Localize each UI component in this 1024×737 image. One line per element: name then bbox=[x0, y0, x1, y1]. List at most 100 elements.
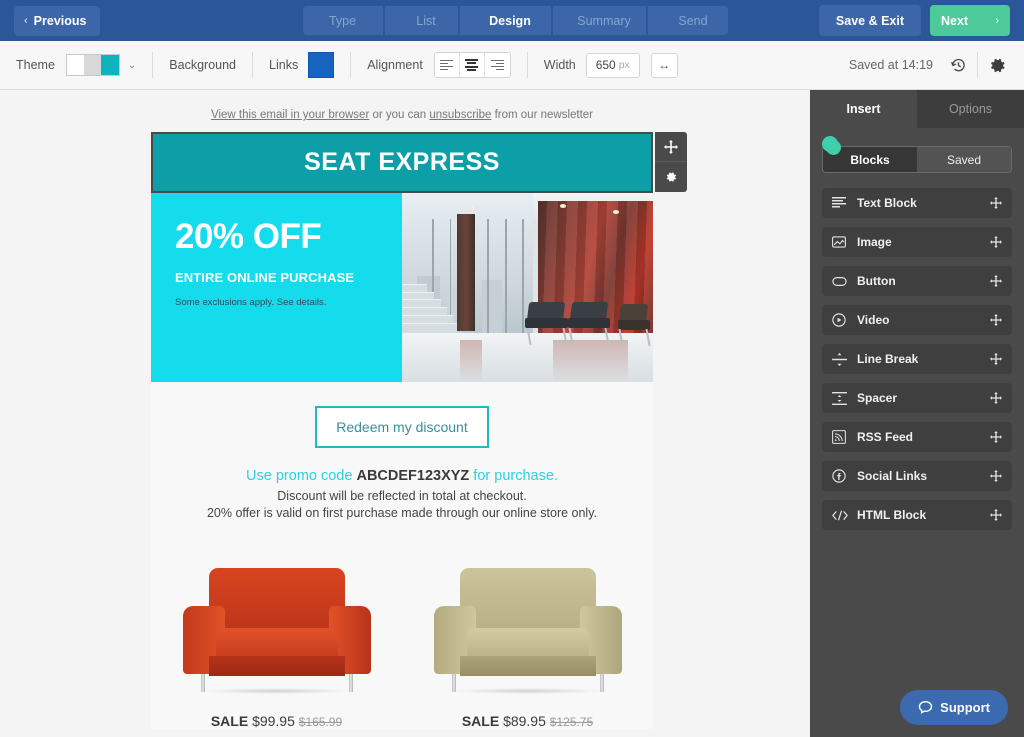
line-break-icon bbox=[832, 352, 852, 366]
original-price: $165.99 bbox=[298, 715, 343, 729]
blocks-saved-toggle: Blocks Saved bbox=[822, 146, 1012, 173]
blocks-list: Text Block Image Button Video Line Break… bbox=[822, 188, 1012, 530]
step-type[interactable]: Type bbox=[303, 6, 382, 35]
next-button-label: Next bbox=[941, 13, 969, 28]
sale-badge: SALE bbox=[210, 713, 249, 729]
drag-handle-icon[interactable] bbox=[990, 509, 1002, 521]
header-banner[interactable]: SEAT EXPRESS bbox=[151, 132, 653, 193]
drag-handle-icon[interactable] bbox=[990, 392, 1002, 404]
saved-status: Saved at 14:19 bbox=[848, 58, 933, 72]
background-group[interactable]: Background bbox=[153, 41, 252, 90]
block-line-break[interactable]: Line Break bbox=[822, 344, 1012, 374]
tab-insert[interactable]: Insert bbox=[810, 90, 917, 128]
width-input[interactable]: 650 px bbox=[585, 52, 640, 78]
promo-headline: 20% OFF bbox=[175, 217, 322, 256]
alignment-buttons bbox=[433, 52, 511, 78]
view-in-browser-link[interactable]: View this email in your browser bbox=[211, 109, 369, 121]
block-label: Line Break bbox=[857, 352, 919, 366]
drag-handle-icon[interactable] bbox=[990, 197, 1002, 209]
promo-fineprint: Some exclusions apply. See details. bbox=[175, 296, 327, 308]
topbar-actions: Save & Exit Next › bbox=[818, 5, 1010, 36]
save-and-exit-button[interactable]: Save & Exit bbox=[818, 5, 921, 36]
block-toolbar bbox=[655, 132, 687, 192]
current-price: $99.95 bbox=[252, 713, 295, 729]
product-image-red-armchair bbox=[151, 558, 402, 706]
block-text-block[interactable]: Text Block bbox=[822, 188, 1012, 218]
unsubscribe-link[interactable]: unsubscribe bbox=[429, 109, 491, 121]
align-right-icon[interactable] bbox=[484, 53, 510, 77]
resize-width-button[interactable]: ↔ bbox=[650, 52, 678, 78]
chevron-down-icon[interactable]: ⌄ bbox=[128, 60, 136, 71]
step-design-label: Design bbox=[489, 13, 531, 28]
links-label: Links bbox=[269, 58, 299, 72]
history-icon[interactable] bbox=[941, 41, 975, 90]
email-canvas: View this email in your browser or you c… bbox=[0, 90, 810, 737]
segment-blocks[interactable]: Blocks bbox=[823, 147, 917, 172]
drag-handle-icon[interactable] bbox=[990, 470, 1002, 482]
step-summary[interactable]: Summary bbox=[563, 6, 645, 35]
tab-options[interactable]: Options bbox=[917, 90, 1024, 128]
social-icon bbox=[832, 469, 852, 483]
support-button-label: Support bbox=[940, 700, 990, 715]
drag-handle-icon[interactable] bbox=[990, 236, 1002, 248]
support-button[interactable]: Support bbox=[900, 690, 1008, 725]
chevron-left-icon: ‹ bbox=[24, 14, 28, 27]
next-button[interactable]: Next › bbox=[930, 5, 1010, 36]
header-block[interactable]: SEAT EXPRESS bbox=[151, 132, 687, 193]
step-separator bbox=[645, 6, 658, 35]
product-image-beige-armchair bbox=[402, 558, 653, 706]
rss-icon bbox=[832, 430, 852, 444]
product-item[interactable]: SALE $99.95 $165.99 bbox=[151, 558, 402, 729]
block-label: Video bbox=[857, 313, 890, 327]
preheader-text: View this email in your browser or you c… bbox=[151, 90, 653, 132]
block-spacer[interactable]: Spacer bbox=[822, 383, 1012, 413]
block-html-block[interactable]: HTML Block bbox=[822, 500, 1012, 530]
block-video[interactable]: Video bbox=[822, 305, 1012, 335]
block-image[interactable]: Image bbox=[822, 227, 1012, 257]
align-center-icon[interactable] bbox=[459, 53, 485, 77]
align-left-icon[interactable] bbox=[434, 53, 460, 77]
step-separator bbox=[457, 6, 470, 35]
promo-banner[interactable]: 20% OFF ENTIRE ONLINE PURCHASE Some excl… bbox=[151, 193, 653, 382]
promo-disclaimer-1: Discount will be reflected in total at c… bbox=[277, 489, 527, 503]
gear-icon[interactable] bbox=[980, 41, 1014, 90]
promo-code-value: ABCDEF123XYZ bbox=[356, 468, 470, 484]
theme-swatch[interactable] bbox=[65, 54, 120, 76]
preheader-mid: or you can bbox=[369, 109, 430, 121]
block-settings-gear-icon[interactable] bbox=[655, 162, 687, 192]
move-block-icon[interactable] bbox=[655, 132, 687, 162]
drag-handle-icon[interactable] bbox=[990, 314, 1002, 326]
alignment-group: Alignment bbox=[351, 41, 527, 90]
drag-handle-icon[interactable] bbox=[990, 353, 1002, 365]
step-list[interactable]: List bbox=[395, 6, 457, 35]
product-item[interactable]: SALE $89.95 $125.75 bbox=[402, 558, 653, 729]
toolbar-status-group: Saved at 14:19 bbox=[849, 41, 1024, 90]
redeem-discount-button[interactable]: Redeem my discount bbox=[315, 406, 489, 448]
brand-title: SEAT EXPRESS bbox=[304, 148, 500, 176]
drag-handle-icon[interactable] bbox=[990, 431, 1002, 443]
block-label: Text Block bbox=[857, 196, 917, 210]
width-unit: px bbox=[618, 59, 630, 71]
step-type-label: Type bbox=[328, 13, 357, 28]
current-price: $89.95 bbox=[503, 713, 546, 729]
button-icon bbox=[832, 276, 852, 286]
alignment-label: Alignment bbox=[367, 58, 423, 72]
block-button[interactable]: Button bbox=[822, 266, 1012, 296]
toolbar-divider bbox=[977, 52, 978, 78]
spacer-icon bbox=[832, 391, 852, 405]
segment-saved[interactable]: Saved bbox=[917, 147, 1011, 172]
promo-text-block[interactable]: Use promo code ABCDEF123XYZ for purchase… bbox=[151, 454, 653, 520]
previous-button[interactable]: ‹ Previous bbox=[14, 5, 101, 36]
theme-group: Theme ⌄ bbox=[0, 41, 152, 90]
step-summary-label: Summary bbox=[577, 13, 631, 28]
block-social-links[interactable]: Social Links bbox=[822, 461, 1012, 491]
drag-handle-icon[interactable] bbox=[990, 275, 1002, 287]
block-rss-feed[interactable]: RSS Feed bbox=[822, 422, 1012, 452]
step-send[interactable]: Send bbox=[658, 6, 728, 35]
step-separator bbox=[382, 6, 395, 35]
step-send-label: Send bbox=[678, 13, 708, 28]
links-color-swatch[interactable] bbox=[308, 52, 335, 78]
wizard-steps: Type List Design Summary Send bbox=[303, 6, 728, 35]
step-design[interactable]: Design bbox=[470, 6, 550, 35]
cta-section: Redeem my discount bbox=[151, 382, 653, 454]
